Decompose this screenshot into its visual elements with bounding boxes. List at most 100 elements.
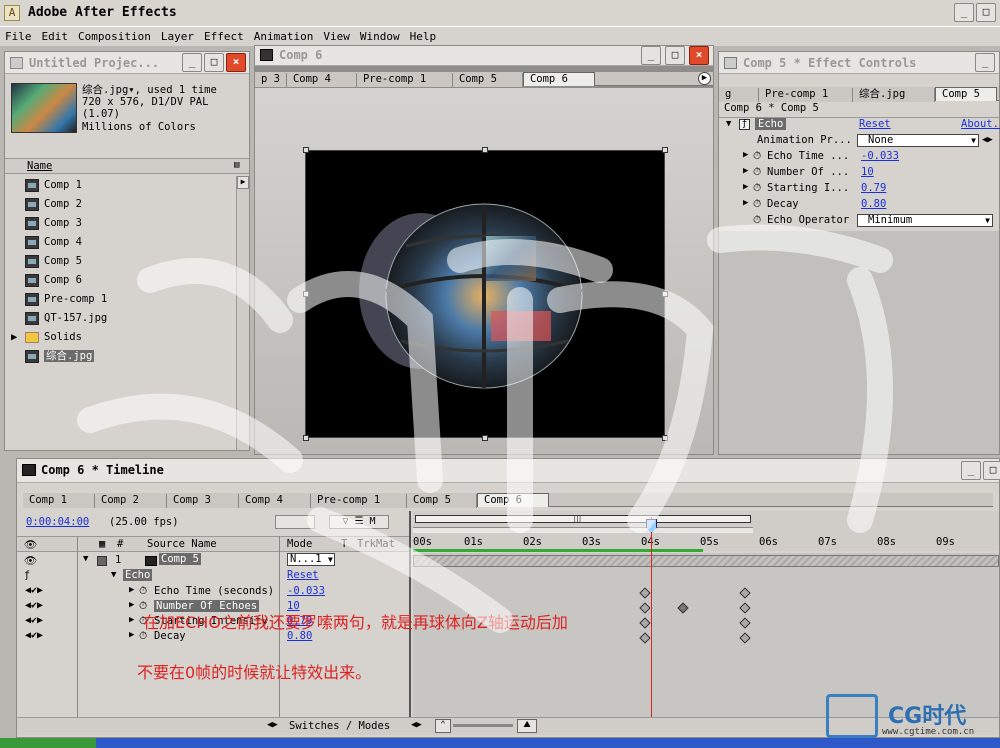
echo-time-value[interactable]: -0.033 — [861, 150, 899, 162]
viewer-close-button[interactable]: × — [689, 46, 709, 65]
viewer-minimize-button[interactable]: _ — [641, 46, 661, 65]
menu-effect[interactable]: Effect — [199, 27, 249, 43]
tab-g[interactable]: g — [719, 88, 759, 102]
timeline-minimize-button[interactable]: _ — [961, 461, 981, 480]
transform-handle[interactable] — [303, 291, 309, 297]
current-time-indicator[interactable] — [651, 517, 652, 723]
transform-handle[interactable] — [662, 147, 668, 153]
keyframe-marker[interactable] — [739, 617, 751, 629]
zoom-arrows-icon[interactable]: ◀▶ — [411, 720, 422, 730]
list-item-selected[interactable]: 综合.jpg — [5, 347, 235, 366]
timeline-effect-name[interactable]: Echo — [123, 569, 153, 581]
expand-icon[interactable]: ▶ — [129, 630, 134, 640]
starting-intensity-value[interactable]: 0.79 — [861, 182, 886, 194]
project-close-button[interactable]: × — [226, 53, 246, 72]
project-scrollbar[interactable]: ▶ — [236, 176, 249, 450]
transform-handle[interactable] — [303, 435, 309, 441]
timeline-switches-buttons[interactable]: ▽ ☰ M — [329, 515, 389, 529]
echo-time-value[interactable]: -0.033 — [287, 585, 325, 597]
viewer-maximize-button[interactable]: □ — [665, 46, 685, 65]
keyframe-marker[interactable] — [739, 632, 751, 644]
time-ruler[interactable]: 00s 01s 02s 03s 04s 05s 06s 07s 08s 09s — [413, 533, 999, 549]
source-name-column-header[interactable]: Source Name — [147, 538, 217, 550]
menu-animation[interactable]: Animation — [249, 27, 319, 43]
expand-icon[interactable]: ▶ — [129, 585, 134, 595]
zoom-slider[interactable] — [453, 724, 513, 727]
project-minimize-button[interactable]: _ — [182, 53, 202, 72]
name-column-header[interactable]: Name — [27, 160, 52, 172]
number-column-header[interactable]: # — [117, 538, 123, 550]
tab-comp5[interactable]: Comp 5 — [935, 87, 997, 101]
effect-minimize-button[interactable]: _ — [975, 53, 995, 72]
expand-effect-icon[interactable]: ▼ — [111, 570, 116, 580]
keyframe-marker[interactable] — [639, 632, 651, 644]
tab-comp1[interactable]: Comp 1 — [23, 494, 95, 508]
zoom-in-icon[interactable]: ⛰ — [517, 719, 537, 733]
keyframe-marker[interactable] — [739, 587, 751, 599]
folder-expand-icon[interactable]: ▶ — [11, 328, 21, 347]
switches-modes-toggle[interactable]: Switches / Modes — [289, 720, 390, 732]
scroll-right-arrow-icon[interactable]: ▶ — [237, 176, 249, 189]
effect-reset-link[interactable]: Reset — [859, 118, 891, 130]
expand-icon[interactable]: ▶ — [129, 600, 134, 610]
tab-comp6[interactable]: Comp 6 — [477, 493, 549, 507]
stopwatch-icon[interactable]: ⏱ — [753, 150, 761, 163]
tab-comp2[interactable]: Comp 2 — [95, 494, 167, 508]
minimize-button[interactable]: _ — [954, 3, 974, 22]
layer-name[interactable]: Comp 5 — [159, 553, 201, 565]
eye-icon[interactable]: 👁 — [24, 554, 37, 567]
transform-handle[interactable] — [662, 291, 668, 297]
fx-switch-icon[interactable]: ƒ — [24, 570, 30, 581]
start-button[interactable] — [0, 738, 96, 748]
expand-echo-icon[interactable]: ▼ — [726, 119, 731, 129]
layer-duration-bar[interactable] — [413, 555, 999, 567]
menu-view[interactable]: View — [318, 27, 355, 43]
keyframe-marker[interactable] — [639, 587, 651, 599]
tab-comp6[interactable]: Comp 6 — [522, 72, 595, 86]
stopwatch-icon[interactable]: ⏱ — [753, 214, 761, 227]
menu-edit[interactable]: Edit — [37, 27, 74, 43]
expand-icon[interactable]: ▶ — [743, 182, 748, 192]
tab-precomp1[interactable]: Pre-comp 1 — [311, 494, 407, 508]
keyframe-navigator-icon[interactable]: ◀✔▶ — [25, 585, 43, 596]
expand-layer-icon[interactable]: ▼ — [83, 554, 88, 564]
tab-zonghe[interactable]: 综合.jpg — [853, 88, 935, 102]
keyframe-marker[interactable] — [677, 602, 689, 614]
expand-icon[interactable]: ▶ — [743, 166, 748, 176]
transform-handle[interactable] — [482, 147, 488, 153]
expand-icon[interactable]: ▶ — [743, 198, 748, 208]
tab-comp4[interactable]: Comp 4 — [286, 73, 357, 87]
animation-preset-dropdown[interactable]: None ▼ — [857, 134, 979, 147]
fx-toggle-icon[interactable]: ƒ — [739, 119, 750, 130]
effect-about-link[interactable]: About... — [961, 118, 1000, 130]
number-of-echoes-value[interactable]: 10 — [861, 166, 874, 178]
time-ruler-area[interactable]: ||| 00s 01s 02s 03s 04s 05s 06s 07s 08s … — [413, 511, 999, 552]
project-maximize-button[interactable]: □ — [204, 53, 224, 72]
tab-precomp3[interactable]: p 3 — [255, 73, 287, 87]
transform-handle[interactable] — [662, 435, 668, 441]
t-column-header[interactable]: T — [341, 538, 347, 550]
effect-name[interactable]: Echo — [755, 118, 787, 130]
tab-precomp1[interactable]: Pre-comp 1 — [356, 73, 453, 87]
label-color-icon[interactable] — [97, 556, 107, 566]
menu-window[interactable]: Window — [355, 27, 405, 43]
transform-handle[interactable] — [482, 435, 488, 441]
echo-operator-dropdown[interactable]: Minimum ▼ — [857, 214, 993, 227]
menu-layer[interactable]: Layer — [156, 27, 199, 43]
decay-value[interactable]: 0.80 — [861, 198, 886, 210]
keyframe-navigator-icon[interactable]: ◀✔▶ — [25, 630, 43, 641]
layer-row[interactable]: 👁 ▼ 1 Comp 5 N...1 ▼ — [17, 553, 409, 569]
tab-comp4[interactable]: Comp 4 — [239, 494, 311, 508]
maximize-button[interactable]: □ — [976, 3, 996, 22]
list-item[interactable]: Comp 4 — [5, 233, 235, 252]
prev-preset-icon[interactable]: ◀▶ — [982, 135, 993, 145]
zoom-out-icon[interactable]: ⌃ — [435, 719, 451, 733]
column-options-icon[interactable]: ▤ — [234, 160, 239, 170]
layer-mode-dropdown[interactable]: N...1 ▼ — [287, 553, 335, 566]
menu-composition[interactable]: Composition — [73, 27, 156, 43]
keyframe-navigator-icon[interactable]: ◀✔▶ — [25, 600, 43, 611]
list-item[interactable]: Comp 1 — [5, 176, 235, 195]
viewer-menu-arrow-icon[interactable]: ▶ — [698, 72, 711, 85]
timeline-maximize-button[interactable]: □ — [983, 461, 1000, 480]
list-item[interactable]: QT-157.jpg — [5, 309, 235, 328]
